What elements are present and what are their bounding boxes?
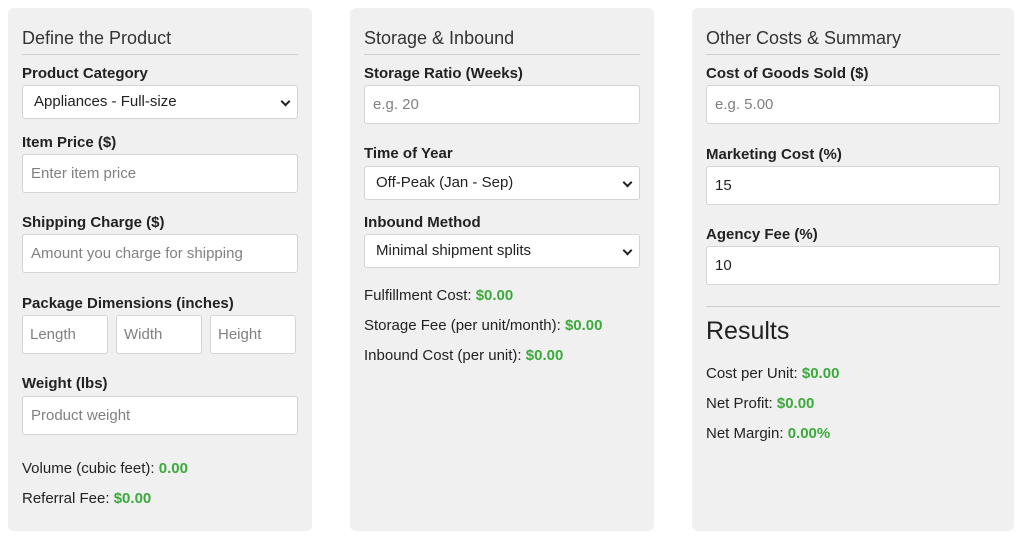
time-of-year-value: Off-Peak (Jan - Sep) xyxy=(376,174,514,191)
fulfillment-cost-value: $0.00 xyxy=(475,287,514,304)
results-title: Results xyxy=(706,317,790,345)
product-category-label: Product Category xyxy=(22,65,148,82)
summary-title: Other Costs & Summary xyxy=(706,28,1000,55)
cost-per-unit-label: Cost per Unit: xyxy=(706,365,798,382)
height-input[interactable] xyxy=(210,315,296,354)
net-profit-output: Net Profit: $0.00 xyxy=(706,395,814,412)
weight-input[interactable] xyxy=(22,396,298,435)
time-of-year-label: Time of Year xyxy=(364,145,453,162)
cost-per-unit-value: $0.00 xyxy=(801,365,840,382)
marketing-cost-input[interactable] xyxy=(706,166,1000,205)
define-product-title: Define the Product xyxy=(22,28,298,55)
marketing-cost-label: Marketing Cost (%) xyxy=(706,146,842,163)
define-product-panel: Define the Product Product Category Appl… xyxy=(8,8,312,531)
fulfillment-cost-label: Fulfillment Cost: xyxy=(364,287,472,304)
storage-inbound-title: Storage & Inbound xyxy=(364,28,640,55)
volume-value: 0.00 xyxy=(158,460,188,477)
inbound-cost-value: $0.00 xyxy=(525,347,564,364)
storage-fee-label: Storage Fee (per unit/month): xyxy=(364,317,561,334)
net-margin-label: Net Margin: xyxy=(706,425,784,442)
referral-fee-label: Referral Fee: xyxy=(22,490,110,507)
fulfillment-cost-output: Fulfillment Cost: $0.00 xyxy=(364,287,513,304)
package-dimensions-group xyxy=(22,315,298,354)
inbound-cost-label: Inbound Cost (per unit): xyxy=(364,347,522,364)
product-category-value: Appliances - Full-size xyxy=(34,93,177,110)
inbound-cost-output: Inbound Cost (per unit): $0.00 xyxy=(364,347,563,364)
net-profit-label: Net Profit: xyxy=(706,395,773,412)
width-input[interactable] xyxy=(116,315,202,354)
inbound-method-select[interactable]: Minimal shipment splits xyxy=(364,234,640,268)
volume-output: Volume (cubic feet): 0.00 xyxy=(22,460,188,477)
results-divider xyxy=(706,306,1000,307)
length-input[interactable] xyxy=(22,315,108,354)
product-category-select[interactable]: Appliances - Full-size xyxy=(22,85,298,119)
inbound-method-value: Minimal shipment splits xyxy=(376,242,532,259)
storage-inbound-panel: Storage & Inbound Storage Ratio (Weeks) … xyxy=(350,8,654,531)
cost-per-unit-output: Cost per Unit: $0.00 xyxy=(706,365,839,382)
chevron-down-icon xyxy=(622,177,633,188)
time-of-year-select[interactable]: Off-Peak (Jan - Sep) xyxy=(364,166,640,200)
agency-fee-label: Agency Fee (%) xyxy=(706,226,818,243)
chevron-down-icon xyxy=(622,245,633,256)
net-profit-value: $0.00 xyxy=(776,395,815,412)
agency-fee-input[interactable] xyxy=(706,246,1000,285)
storage-fee-output: Storage Fee (per unit/month): $0.00 xyxy=(364,317,602,334)
cogs-label: Cost of Goods Sold ($) xyxy=(706,65,869,82)
summary-panel: Other Costs & Summary Cost of Goods Sold… xyxy=(692,8,1014,531)
net-margin-value: 0.00% xyxy=(787,425,831,442)
package-dimensions-label: Package Dimensions (inches) xyxy=(22,295,234,312)
volume-label: Volume (cubic feet): xyxy=(22,460,155,477)
item-price-label: Item Price ($) xyxy=(22,134,117,151)
referral-fee-output: Referral Fee: $0.00 xyxy=(22,490,151,507)
shipping-charge-label: Shipping Charge ($) xyxy=(22,214,165,231)
item-price-input[interactable] xyxy=(22,154,298,193)
net-margin-output: Net Margin: 0.00% xyxy=(706,425,830,442)
storage-ratio-input[interactable] xyxy=(364,85,640,124)
storage-fee-value: $0.00 xyxy=(564,317,603,334)
inbound-method-label: Inbound Method xyxy=(364,214,481,231)
chevron-down-icon xyxy=(280,96,291,107)
cogs-input[interactable] xyxy=(706,85,1000,124)
storage-ratio-label: Storage Ratio (Weeks) xyxy=(364,65,523,82)
shipping-charge-input[interactable] xyxy=(22,234,298,273)
weight-label: Weight (lbs) xyxy=(22,375,108,392)
referral-fee-value: $0.00 xyxy=(113,490,152,507)
